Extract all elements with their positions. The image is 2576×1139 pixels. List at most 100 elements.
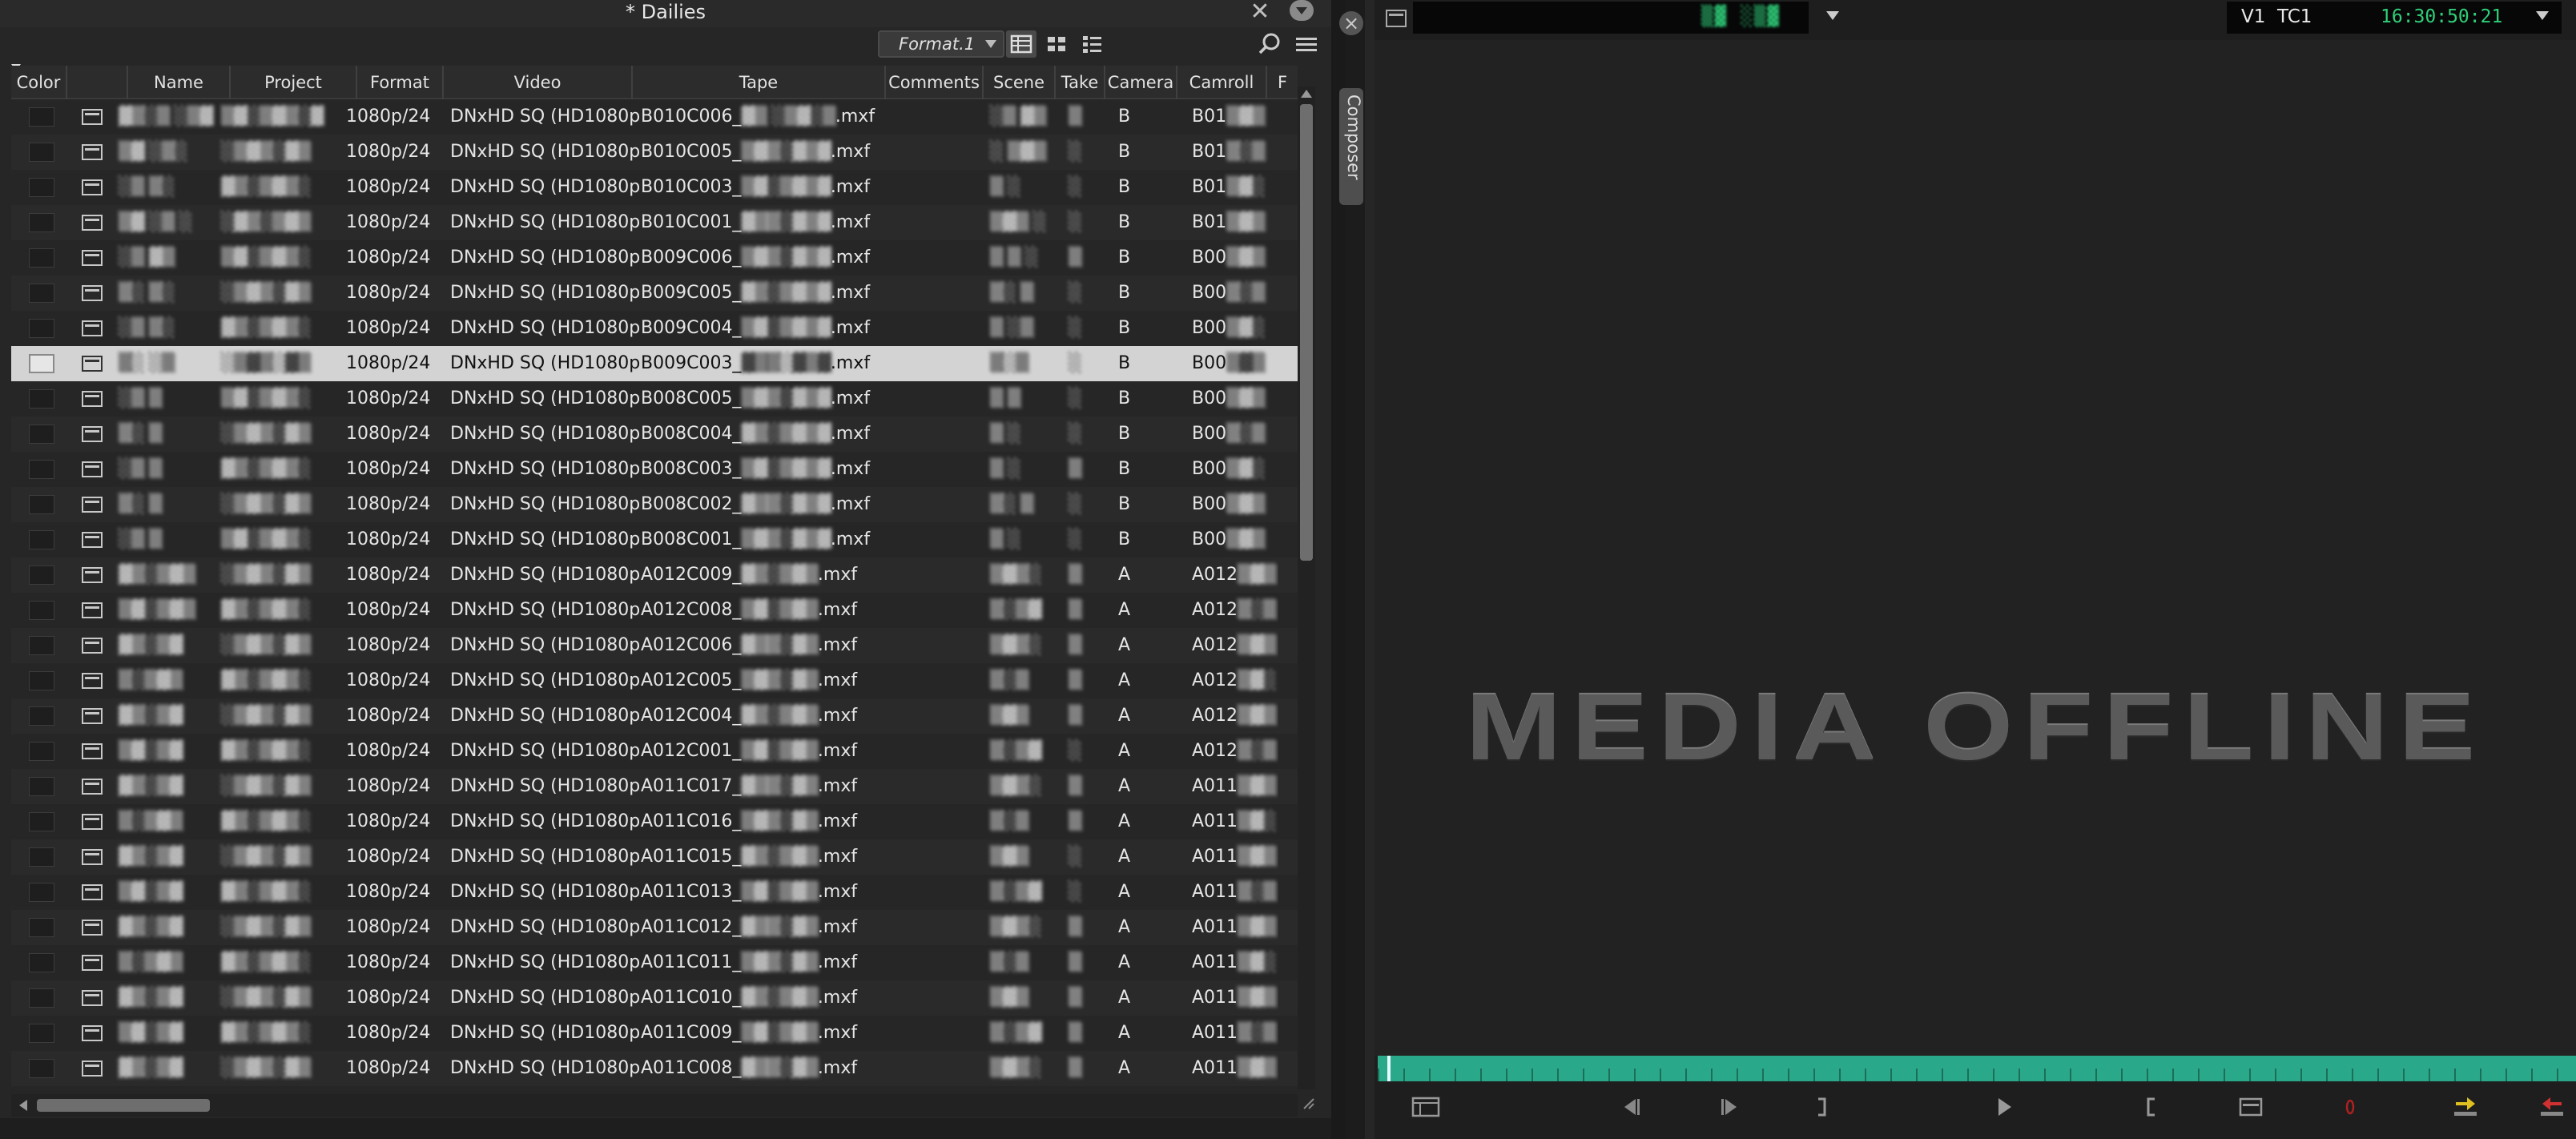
color-swatch[interactable]	[29, 213, 54, 232]
table-row[interactable]: ▒░ ▒ ░▒▓▒░▓▒ 1080p/24 DNxHD SQ (HD1080p) B00…	[11, 487, 1298, 522]
chevron-down-icon[interactable]	[2536, 11, 2549, 20]
column-header-scene[interactable]: Scene	[984, 66, 1056, 99]
table-row[interactable]: ▓▒░▒▓ ░▒▓▒░▓▒ 1080p/24 DNxHD SQ (HD1080p) A0…	[11, 910, 1298, 945]
table-row[interactable]: ▓▒░▒▓▒ ░▒▓▒░▓▒ 1080p/24 DNxHD SQ (HD1080p) A…	[11, 557, 1298, 593]
table-row[interactable]: ▓▒░▒ ░▒▓ ▒▓░▒▓▒░▓ 1080p/24 DNxHD SQ (HD1080…	[11, 99, 1298, 135]
color-swatch[interactable]	[29, 1059, 54, 1078]
master-clip-icon[interactable]	[82, 779, 103, 795]
master-clip-icon[interactable]	[82, 673, 103, 689]
master-clip-icon[interactable]	[82, 391, 103, 407]
column-header-tape[interactable]: Tape	[633, 66, 886, 99]
color-swatch[interactable]	[29, 425, 54, 444]
color-swatch[interactable]	[29, 495, 54, 514]
table-row[interactable]: ▓▒░▒▓ ░▒▓▒░▓▒ 1080p/24 DNxHD SQ (HD1080p) A0…	[11, 628, 1298, 663]
master-clip-icon[interactable]	[82, 1061, 103, 1077]
clear-marks-button[interactable]	[2235, 1093, 2267, 1121]
color-swatch[interactable]	[29, 812, 54, 831]
master-clip-icon[interactable]	[82, 179, 103, 195]
bin-view-select[interactable]: Format.1	[878, 30, 1004, 58]
color-swatch[interactable]	[29, 988, 54, 1008]
column-header-format[interactable]: Format	[357, 66, 444, 99]
close-icon[interactable]: ✕	[1246, 0, 1274, 24]
record-monitor[interactable]: MEDIA OFFLINE	[1375, 40, 2576, 1056]
table-row[interactable]: ░▒ ▒░ ▓▒░▒▓▒░ 1080p/24 DNxHD SQ (HD1080p) B0…	[11, 170, 1298, 205]
step-back-button[interactable]	[1615, 1093, 1647, 1121]
color-swatch[interactable]	[29, 248, 54, 268]
close-panel-icon[interactable]: ×	[1339, 11, 1363, 35]
table-row[interactable]: ▒░▒▓▒ ▓▒░▒▓▒░ 1080p/24 DNxHD SQ (HD1080p) A0…	[11, 663, 1298, 698]
color-swatch[interactable]	[29, 953, 54, 972]
color-swatch[interactable]	[29, 742, 54, 761]
column-header-name[interactable]: Name	[128, 66, 231, 99]
color-swatch[interactable]	[29, 1024, 54, 1043]
horizontal-scrollbar[interactable]	[11, 1094, 1298, 1117]
master-clip-icon[interactable]	[82, 320, 103, 336]
position-bar[interactable]	[1378, 1056, 2576, 1081]
color-swatch[interactable]	[29, 565, 54, 585]
table-row[interactable]: ▒▓░▒▓ ▓▒░▒▓▒░ 1080p/24 DNxHD SQ (HD1080p) A0…	[11, 1016, 1298, 1051]
color-swatch[interactable]	[29, 777, 54, 796]
master-clip-icon[interactable]	[82, 920, 103, 936]
table-row[interactable]: ▓▒░▒▓ ░▒▓▒░▓▒ 1080p/24 DNxHD SQ (HD1080p) A0…	[11, 698, 1298, 734]
color-swatch[interactable]	[29, 178, 54, 197]
table-row[interactable]: ░▒ ▒ ▓▒░▒▓▒░ 1080p/24 DNxHD SQ (HD1080p) B00…	[11, 452, 1298, 487]
lift-button[interactable]	[2536, 1093, 2568, 1121]
color-swatch[interactable]	[29, 319, 54, 338]
master-clip-icon[interactable]	[82, 215, 103, 231]
color-swatch[interactable]	[29, 671, 54, 690]
table-row[interactable]: ▒░▒▓▒ ▓▒░▒▓▒░ 1080p/24 DNxHD SQ (HD1080p) A0…	[11, 804, 1298, 839]
column-header-icon[interactable]	[67, 66, 128, 99]
clip-name-menu-icon[interactable]	[1386, 10, 1407, 27]
table-row[interactable]: ▓▒░▒▓ ░▒▓▒░▓▒ 1080p/24 DNxHD SQ (HD1080p) A0…	[11, 1051, 1298, 1086]
column-header-project[interactable]: Project	[231, 66, 357, 99]
table-row[interactable]: ▒░ ▒ ░▒▓▒░▓▒ 1080p/24 DNxHD SQ (HD1080p) B00…	[11, 417, 1298, 452]
hamburger-menu-icon[interactable]	[1293, 32, 1320, 56]
resize-grip-icon[interactable]	[1301, 1096, 1315, 1110]
color-swatch[interactable]	[29, 530, 54, 549]
color-swatch[interactable]	[29, 601, 54, 620]
scroll-up-icon[interactable]	[1301, 90, 1312, 98]
color-swatch[interactable]	[29, 847, 54, 867]
master-clip-icon[interactable]	[82, 602, 103, 618]
master-clip-icon[interactable]	[82, 884, 103, 900]
vertical-scroll-thumb[interactable]	[1300, 104, 1313, 561]
column-header-camera[interactable]: Camera	[1105, 66, 1177, 99]
master-clip-icon[interactable]	[82, 285, 103, 301]
master-clip-icon[interactable]	[82, 461, 103, 477]
color-swatch[interactable]	[29, 918, 54, 937]
master-clip-icon[interactable]	[82, 849, 103, 865]
mark-out-button[interactable]	[1805, 1093, 1837, 1121]
position-indicator[interactable]	[1387, 1056, 1391, 1081]
splice-in-button[interactable]	[2449, 1093, 2481, 1121]
master-clip-icon[interactable]	[82, 814, 103, 830]
step-forward-button[interactable]	[1714, 1093, 1746, 1121]
table-row[interactable]: ░▒ ▓▒ ▒▓░▒▓▒░ 1080p/24 DNxHD SQ (HD1080p) B0…	[11, 240, 1298, 276]
source-timecode-display[interactable]: ▒▓ ░▒▓	[1413, 2, 1839, 34]
master-clip-icon[interactable]	[82, 990, 103, 1006]
color-swatch[interactable]	[29, 284, 54, 303]
column-header-color[interactable]: Color	[11, 66, 67, 99]
master-clip-icon[interactable]	[82, 109, 103, 125]
master-clip-icon[interactable]	[82, 955, 103, 971]
mark-in-button[interactable]	[2135, 1093, 2167, 1121]
table-row[interactable]: ▓▒░▒▓ ░▒▓▒░▓▒ 1080p/24 DNxHD SQ (HD1080p) A0…	[11, 769, 1298, 804]
master-clip-icon[interactable]	[82, 1025, 103, 1041]
master-clip-icon[interactable]	[82, 144, 103, 160]
master-clip-icon[interactable]	[82, 250, 103, 266]
text-view-button[interactable]	[1006, 30, 1036, 58]
color-swatch[interactable]	[29, 706, 54, 726]
table-row[interactable]: ▒░ ░▒ ░▒▓▒░▓▒ 1080p/24 DNxHD SQ (HD1080p) B0…	[11, 346, 1298, 381]
fast-menu-icon[interactable]	[1290, 0, 1314, 21]
color-swatch[interactable]	[29, 389, 54, 409]
master-clip-icon[interactable]	[82, 743, 103, 759]
table-row[interactable]: ▒▓░▒▓ ▓▒░▒▓▒░ 1080p/24 DNxHD SQ (HD1080p) A0…	[11, 734, 1298, 769]
chevron-down-icon[interactable]	[1826, 11, 1839, 20]
clip-menu-button[interactable]	[1410, 1093, 1442, 1121]
master-clip-icon[interactable]	[82, 567, 103, 583]
bin-titlebar[interactable]: * Dailies ✕	[0, 0, 1331, 27]
script-view-button[interactable]	[1077, 30, 1107, 58]
column-header-comments[interactable]: Comments	[886, 66, 984, 99]
master-clip-icon[interactable]	[82, 497, 103, 513]
master-clip-icon[interactable]	[82, 356, 103, 372]
column-header-camroll[interactable]: Camroll	[1177, 66, 1267, 99]
